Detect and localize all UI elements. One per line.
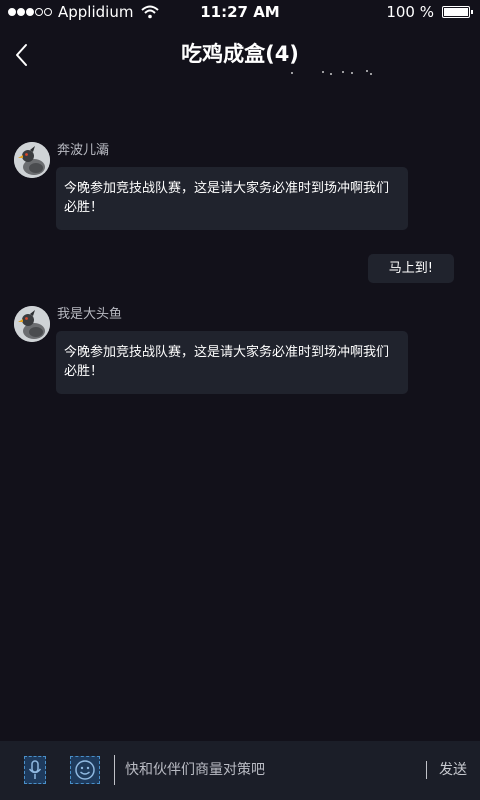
- emoji-button[interactable]: [70, 756, 100, 784]
- battery-percent: 100 %: [386, 3, 434, 21]
- microphone-icon: [28, 760, 42, 779]
- avatar[interactable]: [14, 142, 50, 178]
- voice-button[interactable]: [24, 756, 46, 784]
- decorative-dots-icon: [291, 70, 372, 75]
- message-bubble[interactable]: 今晚参加竞技战队赛，这是请大家务必准时到场冲啊我们必胜！: [56, 167, 408, 230]
- battery-icon: [442, 6, 473, 18]
- message-input[interactable]: [114, 755, 414, 785]
- send-button[interactable]: 发送: [426, 761, 467, 779]
- status-bar: Applidium 11:27 AM 100 %: [0, 0, 480, 24]
- bird-avatar-icon: [14, 306, 50, 342]
- chat-screen: Applidium 11:27 AM 100 % 吃鸡成盒(4) 奔波儿灞 今晚…: [0, 0, 480, 800]
- avatar[interactable]: [14, 306, 50, 342]
- battery-level: [444, 8, 468, 16]
- status-right: 100 %: [386, 0, 473, 24]
- bird-avatar-icon: [14, 142, 50, 178]
- my-message-bubble[interactable]: 马上到!: [367, 254, 454, 283]
- input-bar: 发送: [0, 741, 480, 800]
- sender-name: 我是大头鱼: [57, 307, 123, 322]
- page-title: 吃鸡成盒(4): [181, 42, 299, 66]
- nav-bar: 吃鸡成盒(4): [0, 24, 480, 84]
- message-bubble[interactable]: 今晚参加竞技战队赛，这是请大家务必准时到场冲啊我们必胜！: [56, 331, 408, 394]
- emoji-face-icon: [75, 760, 95, 780]
- sender-name: 奔波儿灞: [57, 143, 110, 158]
